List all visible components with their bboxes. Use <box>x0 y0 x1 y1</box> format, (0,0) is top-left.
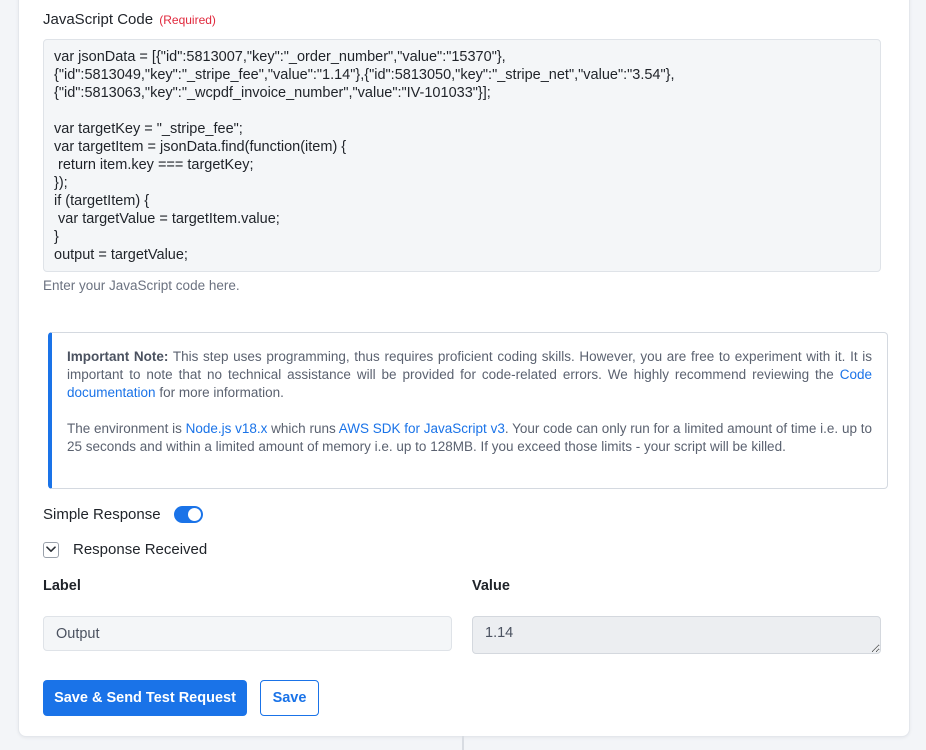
label-input[interactable] <box>43 616 452 651</box>
response-received-label: Response Received <box>73 541 208 558</box>
value-textarea[interactable]: 1.14 <box>472 616 881 654</box>
simple-response-row: Simple Response <box>43 504 203 524</box>
value-column-header: Value <box>472 578 510 594</box>
simple-response-label: Simple Response <box>43 505 161 523</box>
required-badge: (Required) <box>159 13 216 27</box>
code-help-text: Enter your JavaScript code here. <box>43 278 240 293</box>
toggle-knob <box>187 507 201 521</box>
note-text-end: for more information. <box>155 385 284 400</box>
note-paragraph-1: Important Note: This step uses programmi… <box>67 348 872 402</box>
important-note-callout: Important Note: This step uses programmi… <box>48 332 888 489</box>
note-text: This step uses programming, thus require… <box>67 349 872 382</box>
code-editor[interactable]: var jsonData = [{"id":5813007,"key":"_or… <box>43 39 881 272</box>
code-field-label: JavaScript Code (Required) <box>43 11 216 28</box>
note-paragraph-2: The environment is Node.js v18.x which r… <box>67 420 872 456</box>
simple-response-toggle[interactable] <box>173 505 203 523</box>
nodejs-link[interactable]: Node.js v18.x <box>186 421 268 436</box>
note-title: Important Note: <box>67 349 169 364</box>
save-button[interactable]: Save <box>260 680 319 716</box>
label-column-header: Label <box>43 578 81 594</box>
env-text-mid: which runs <box>267 421 339 436</box>
chevron-down-icon[interactable] <box>43 541 59 558</box>
response-received-row[interactable]: Response Received <box>43 541 207 558</box>
panel-divider <box>462 736 464 750</box>
code-field-label-text: JavaScript Code <box>43 11 154 28</box>
save-send-test-button[interactable]: Save & Send Test Request <box>43 680 247 716</box>
aws-sdk-link[interactable]: AWS SDK for JavaScript v3 <box>339 421 505 436</box>
env-text-start: The environment is <box>67 421 186 436</box>
